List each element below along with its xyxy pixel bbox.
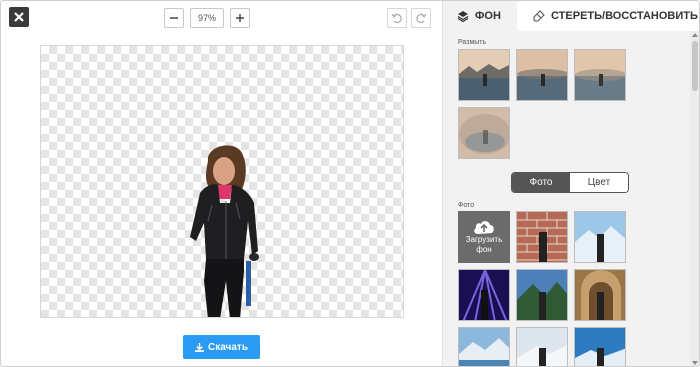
blur-thumb-2[interactable] [516, 49, 568, 101]
upload-label-line2: фон [476, 245, 492, 254]
photo-thumb-concert[interactable] [458, 269, 510, 321]
blur-thumb-4[interactable] [458, 107, 510, 159]
tab-erase-label: СТЕРЕТЬ/ВОССТАНОВИТЬ [551, 10, 698, 22]
eraser-icon [533, 10, 545, 22]
zoom-in-button[interactable] [230, 8, 250, 28]
download-icon [195, 342, 205, 352]
app-window: 97% Скачать ФОН СТЕРЕТЬ/ВОССТАНОВИТЬ Раз… [0, 0, 700, 367]
photo-thumb-mountains[interactable] [516, 269, 568, 321]
zoom-value[interactable]: 97% [190, 8, 224, 28]
scroll-down-arrow-icon[interactable] [692, 361, 698, 365]
scroll-thumb[interactable] [692, 41, 698, 91]
layers-icon [457, 11, 469, 22]
close-icon [14, 12, 24, 22]
photo-thumb-snow[interactable] [574, 211, 626, 263]
background-type-toggle: Фото Цвет [511, 172, 629, 193]
undo-icon [391, 13, 402, 24]
photo-thumb-coast[interactable] [574, 327, 626, 366]
editor-canvas[interactable] [40, 45, 404, 318]
tab-erase-restore[interactable]: СТЕРЕТЬ/ВОССТАНОВИТЬ [517, 1, 699, 31]
photo-section-label: Фото [458, 202, 475, 209]
redo-button[interactable] [411, 8, 431, 28]
zoom-out-button[interactable] [164, 8, 184, 28]
cloud-upload-icon [474, 221, 494, 234]
close-button[interactable] [9, 7, 29, 27]
panel-tabs: ФОН СТЕРЕТЬ/ВОССТАНОВИТЬ [443, 1, 699, 31]
toggle-color[interactable]: Цвет [570, 173, 628, 192]
download-button[interactable]: Скачать [183, 335, 260, 359]
minus-icon [170, 17, 178, 19]
redo-icon [416, 13, 427, 24]
zoom-controls: 97% [164, 8, 250, 28]
upload-label-line1: Загрузить [465, 235, 503, 244]
background-panel: ФОН СТЕРЕТЬ/ВОССТАНОВИТЬ Размыть Фото Цв… [442, 1, 699, 366]
toggle-photo[interactable]: Фото [512, 173, 570, 192]
blur-thumb-3[interactable] [574, 49, 626, 101]
download-label: Скачать [208, 341, 248, 353]
photo-thumb-winter[interactable] [516, 327, 568, 366]
photo-thumb-architecture[interactable] [574, 269, 626, 321]
panel-scrollbar[interactable] [690, 31, 699, 366]
cutout-person-image [190, 145, 259, 317]
history-controls [387, 8, 431, 28]
photo-thumb-lake[interactable] [458, 327, 510, 366]
scroll-up-arrow-icon[interactable] [692, 33, 698, 37]
blur-section-label: Размыть [458, 39, 487, 46]
tab-background-label: ФОН [475, 10, 501, 22]
undo-button[interactable] [387, 8, 407, 28]
tab-background[interactable]: ФОН [443, 1, 517, 31]
upload-background-button[interactable]: Загрузить фон [458, 211, 510, 263]
photo-thumb-brick[interactable] [516, 211, 568, 263]
plus-icon [236, 14, 244, 22]
blur-thumb-1[interactable] [458, 49, 510, 101]
